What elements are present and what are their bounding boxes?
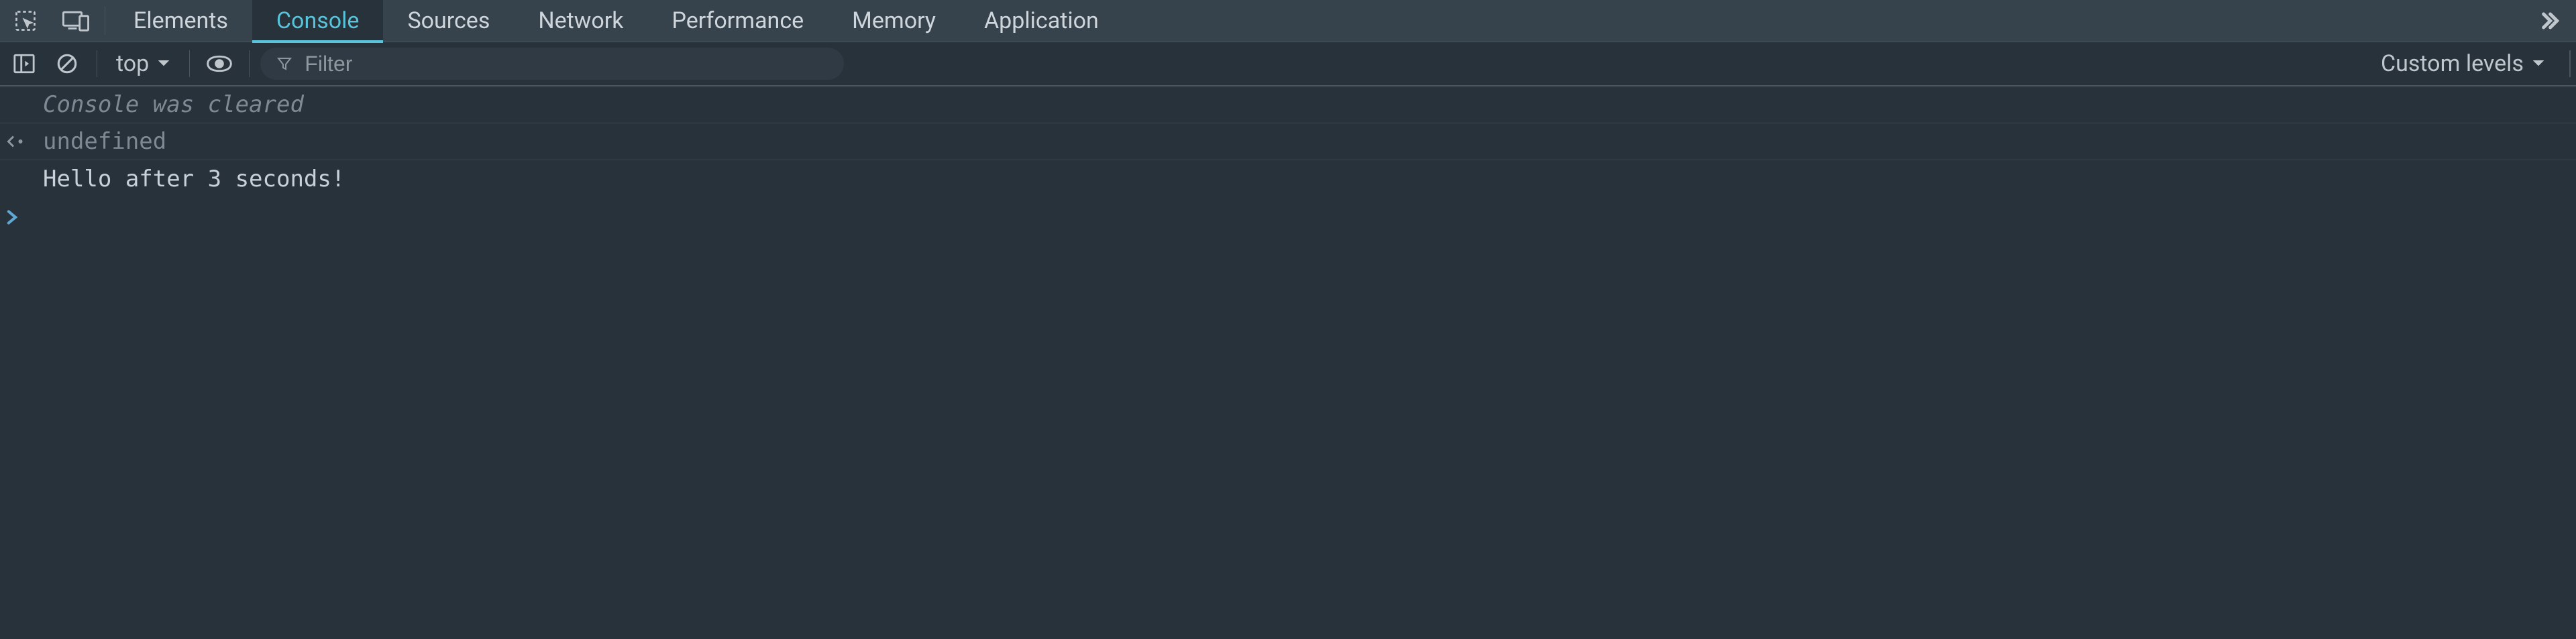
return-indicator-icon — [5, 134, 43, 149]
more-tabs-icon[interactable] — [2522, 0, 2576, 42]
filter-input[interactable] — [303, 51, 828, 77]
tab-label: Elements — [133, 7, 228, 34]
console-info-row: Console was cleared — [0, 86, 2576, 123]
live-expression-icon[interactable] — [201, 48, 238, 80]
tab-performance[interactable]: Performance — [647, 0, 828, 42]
log-message: Hello after 3 seconds! — [43, 166, 345, 192]
separator — [2569, 50, 2571, 77]
console-return-row: undefined — [0, 123, 2576, 160]
tab-label: Performance — [672, 7, 804, 34]
tab-sources[interactable]: Sources — [383, 0, 514, 42]
context-label: top — [116, 50, 149, 77]
prompt-chevron-icon — [5, 209, 43, 225]
tab-memory[interactable]: Memory — [828, 0, 960, 42]
console-prompt-row[interactable] — [0, 197, 2576, 237]
tab-label: Console — [276, 7, 360, 34]
console-cleared-message: Console was cleared — [43, 91, 304, 118]
tab-elements[interactable]: Elements — [109, 0, 252, 42]
return-value: undefined — [43, 128, 166, 155]
console-output: Console was cleared undefined Hello afte… — [0, 86, 2576, 237]
tab-network[interactable]: Network — [514, 0, 647, 42]
console-log-row: Hello after 3 seconds! — [0, 160, 2576, 197]
inspect-element-icon[interactable] — [0, 0, 50, 42]
levels-label: Custom levels — [2381, 50, 2524, 77]
tab-console[interactable]: Console — [252, 0, 384, 42]
filter-icon — [276, 56, 292, 72]
device-toolbar-icon[interactable] — [50, 0, 101, 42]
chevron-down-icon — [2532, 59, 2545, 68]
tab-label: Network — [538, 7, 623, 34]
tab-application[interactable]: Application — [960, 0, 1123, 42]
separator — [189, 50, 190, 77]
toggle-sidebar-icon[interactable] — [5, 48, 43, 80]
tab-label: Application — [984, 7, 1099, 34]
devtools-tabbar: Elements Console Sources Network Perform… — [0, 0, 2576, 42]
log-levels-selector[interactable]: Custom levels — [2370, 48, 2556, 80]
chevron-down-icon — [157, 59, 170, 68]
execution-context-selector[interactable]: top — [108, 48, 178, 80]
tab-label: Sources — [407, 7, 490, 34]
clear-console-icon[interactable] — [48, 48, 86, 80]
filter-input-wrapper[interactable] — [260, 48, 844, 80]
tab-label: Memory — [852, 7, 936, 34]
separator — [249, 50, 250, 77]
console-toolbar: top Custom levels — [0, 42, 2576, 86]
